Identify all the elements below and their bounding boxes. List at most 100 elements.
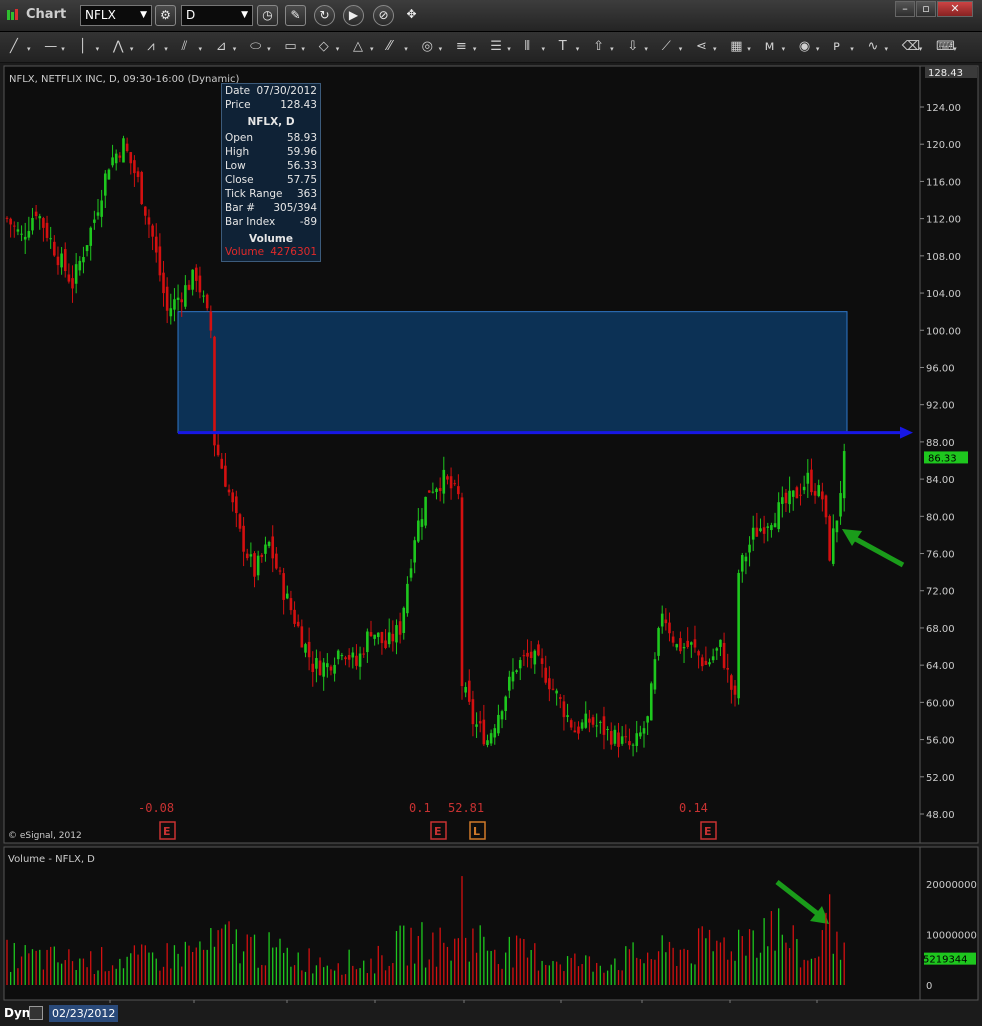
chevron-down-icon[interactable]: ▾ <box>61 34 65 64</box>
chevron-down-icon[interactable]: ▾ <box>850 34 854 64</box>
fibonacci-fan-icon[interactable]: ⩘ <box>147 32 154 62</box>
data-open-value: 58.93 <box>286 132 317 144</box>
candle-body <box>686 640 689 648</box>
chevron-down-icon[interactable]: ▾ <box>679 34 683 64</box>
volume-axis <box>919 846 979 1001</box>
move-button[interactable]: ✥ <box>401 5 422 26</box>
chevron-down-icon[interactable]: ▾ <box>96 34 100 64</box>
ellipse-icon[interactable]: ⬭ <box>250 32 261 62</box>
play-button[interactable]: ▶ <box>343 5 364 26</box>
maximize-button[interactable]: ▫ <box>916 1 936 17</box>
candle-body <box>526 652 529 657</box>
diamond-icon[interactable]: ◇ <box>319 32 329 62</box>
cycle-icon[interactable]: ◎ <box>422 32 433 62</box>
candle-body <box>453 483 457 485</box>
fan-icon[interactable]: ⋖ <box>696 32 707 62</box>
chevron-down-icon[interactable]: ▾ <box>919 34 923 64</box>
line-tool-icon[interactable]: ╱ <box>10 32 18 62</box>
fib-retracement-icon[interactable]: ≡ <box>456 32 467 62</box>
text-tool-icon[interactable]: T <box>559 32 567 62</box>
chevron-down-icon[interactable]: ▾ <box>439 34 443 64</box>
rectangle-icon[interactable]: ▭ <box>284 32 296 62</box>
resistance-zone[interactable] <box>177 311 848 434</box>
candle-body <box>93 219 96 223</box>
gann-fan-icon[interactable]: ⊿ <box>216 32 227 62</box>
td-icon[interactable]: ◉ <box>799 32 810 62</box>
candle-body <box>668 622 671 634</box>
chevron-down-icon[interactable]: ▾ <box>404 34 408 64</box>
grid-icon[interactable]: ▦ <box>730 32 742 62</box>
candle-body <box>620 736 624 744</box>
vertical-lines-icon[interactable]: ⫴ <box>525 32 530 62</box>
mob-icon[interactable]: ᴍ <box>765 32 775 62</box>
regression-icon[interactable]: ⟋ <box>662 32 671 62</box>
chevron-down-icon[interactable]: ▾ <box>816 34 820 64</box>
chevron-down-icon[interactable]: ▾ <box>713 34 717 64</box>
wave-icon[interactable]: ∿ <box>868 32 879 62</box>
andrews-pitchfork-icon[interactable]: ⫽ <box>182 32 188 62</box>
chevron-down-icon[interactable]: ▾ <box>953 34 957 64</box>
arrow-down-icon[interactable]: ⇩ <box>627 32 638 62</box>
chevron-down-icon[interactable]: ▾ <box>473 34 477 64</box>
candle-body <box>67 274 71 282</box>
candle-body <box>384 640 387 649</box>
chevron-down-icon[interactable]: ▾ <box>130 34 134 64</box>
refresh-button[interactable]: ↻ <box>314 5 335 26</box>
data-barindex-value: -89 <box>299 216 317 228</box>
chart-mode-icon[interactable] <box>29 1006 43 1020</box>
candle-body <box>635 733 639 746</box>
candle-body <box>555 690 558 694</box>
candle-body <box>781 497 784 504</box>
symbol-input[interactable]: NFLX ▼ <box>80 5 152 26</box>
chevron-down-icon[interactable]: ▾ <box>199 34 203 64</box>
candle-body <box>649 683 653 721</box>
chevron-down-icon[interactable]: ▾ <box>27 34 31 64</box>
chevron-down-icon[interactable]: ▾ <box>336 34 340 64</box>
chevron-down-icon[interactable]: ▾ <box>164 34 168 64</box>
chevron-down-icon[interactable]: ▾ <box>301 34 305 64</box>
triangle-icon[interactable]: △ <box>353 32 363 62</box>
candle-body <box>136 171 140 177</box>
parallel-lines-icon[interactable]: ⁄⁄ <box>387 32 391 62</box>
chevron-down-icon[interactable]: ▾ <box>885 34 889 64</box>
close-button[interactable]: ✕ <box>937 1 973 17</box>
chart-area[interactable]: NFLX, NETFLIX INC, D, 09:30-16:00 (Dynam… <box>0 62 982 1003</box>
chevron-down-icon[interactable]: ▾ <box>576 34 580 64</box>
candle-body <box>231 492 234 503</box>
chevron-down-icon[interactable]: ▾ <box>267 34 271 64</box>
candle-body <box>315 658 318 669</box>
chevron-down-icon[interactable]: ▾ <box>747 34 751 64</box>
mode-label[interactable]: Dyn <box>4 1006 30 1020</box>
chevron-down-icon[interactable]: ▾ <box>610 34 614 64</box>
candle-body <box>806 472 810 484</box>
date-field[interactable]: 02/23/2012 <box>49 1005 119 1022</box>
minimize-button[interactable]: – <box>895 1 915 17</box>
draw-pencil-button[interactable]: ✎ <box>285 5 306 26</box>
speed-lines-icon[interactable]: ☰ <box>490 32 502 62</box>
horizontal-line-icon[interactable]: — <box>44 32 57 62</box>
candle-body <box>802 486 806 491</box>
symbol-settings-button[interactable]: ⚙ <box>155 5 176 26</box>
interval-input[interactable]: D ▼ <box>181 5 253 26</box>
candle-body <box>653 659 657 690</box>
chevron-down-icon: ▼ <box>140 10 147 20</box>
eraser-icon[interactable]: ⌫ <box>902 32 920 62</box>
zigzag-icon[interactable]: ⋀ <box>113 32 124 62</box>
link-button[interactable]: ⊘ <box>373 5 394 26</box>
vertical-line-icon[interactable]: │ <box>79 32 87 62</box>
candle-body <box>482 719 486 745</box>
candle-body <box>558 697 562 699</box>
keyboard-icon[interactable]: ⌨ <box>936 32 955 62</box>
arrow-up-icon[interactable]: ⇧ <box>593 32 604 62</box>
candle-body <box>322 662 325 677</box>
chevron-down-icon[interactable]: ▾ <box>782 34 786 64</box>
interval-clock-button[interactable]: ◷ <box>257 5 278 26</box>
chevron-down-icon[interactable]: ▾ <box>370 34 374 64</box>
candle-body <box>442 469 446 494</box>
candle-body <box>129 152 133 164</box>
chevron-down-icon[interactable]: ▾ <box>542 34 546 64</box>
pti-icon[interactable]: ᴘ <box>833 32 840 62</box>
chevron-down-icon[interactable]: ▾ <box>233 34 237 64</box>
chevron-down-icon[interactable]: ▾ <box>507 34 511 64</box>
chevron-down-icon[interactable]: ▾ <box>644 34 648 64</box>
